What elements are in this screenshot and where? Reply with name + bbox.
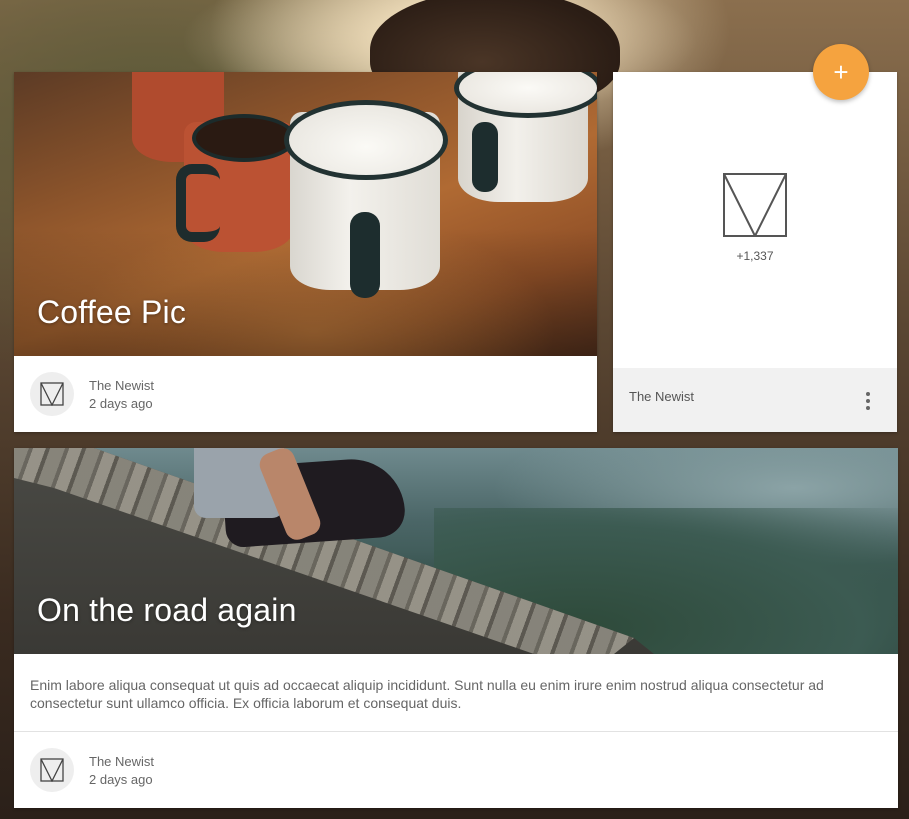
newist-logo-icon (723, 173, 787, 237)
road-card[interactable]: On the road again Enim labore aliqua con… (14, 448, 898, 808)
avatar[interactable] (30, 372, 74, 416)
card-title: On the road again (37, 592, 297, 628)
card-footer: The Newist (613, 368, 897, 432)
coffee-card[interactable]: Coffee Pic The Newist 2 days ago (14, 72, 597, 432)
author-name[interactable]: The Newist (629, 389, 694, 404)
add-button[interactable]: + (813, 44, 869, 100)
author-name[interactable]: The Newist (89, 378, 154, 393)
follower-count: +1,337 (736, 249, 774, 263)
post-date: 2 days ago (89, 772, 153, 787)
card-body-text: Enim labore aliqua consequat ut quis ad … (30, 677, 824, 711)
white-mug-rim (284, 100, 448, 180)
more-vert-icon[interactable] (865, 392, 871, 410)
brand-card[interactable]: +1,337 The Newist (613, 72, 897, 432)
divider (14, 731, 898, 732)
white-mug-handle (350, 212, 380, 298)
white-mug-handle (472, 122, 498, 192)
red-mug-rim (192, 114, 296, 162)
red-mug-handle (176, 164, 220, 242)
post-date: 2 days ago (89, 396, 153, 411)
card-title: Coffee Pic (37, 294, 187, 330)
plus-icon: + (833, 57, 849, 87)
newist-logo-icon (40, 382, 64, 406)
avatar[interactable] (30, 748, 74, 792)
newist-logo-icon (40, 758, 64, 782)
road-card-image: On the road again (14, 448, 898, 654)
coffee-card-image: Coffee Pic (14, 72, 597, 356)
author-name[interactable]: The Newist (89, 754, 154, 769)
